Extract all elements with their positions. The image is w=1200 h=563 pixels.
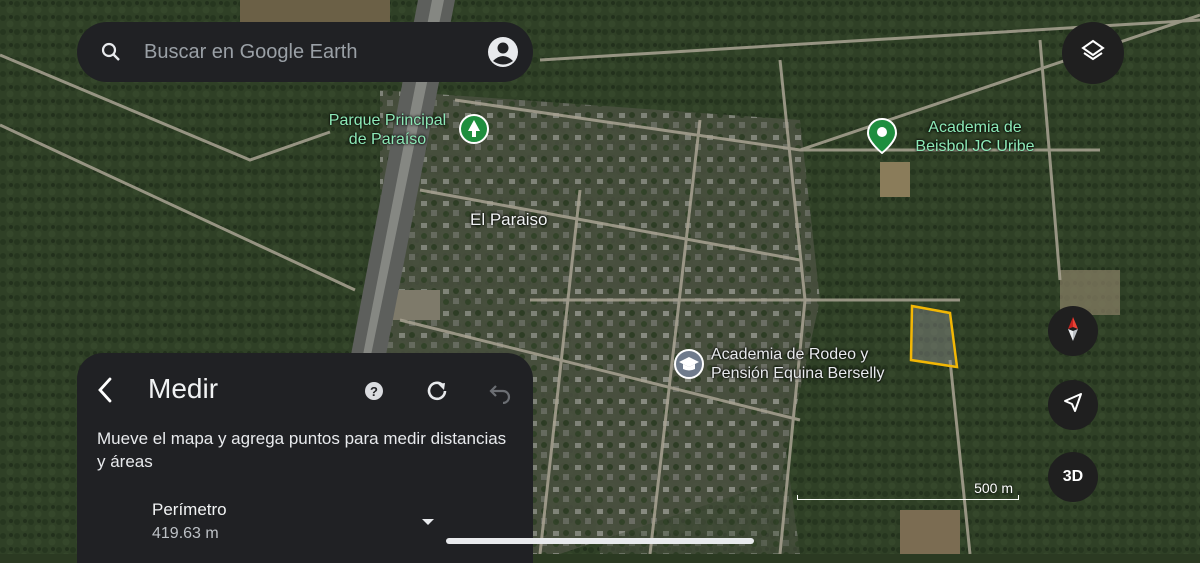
panel-title: Medir xyxy=(148,373,219,404)
my-location-button[interactable] xyxy=(1048,380,1098,430)
compass-button[interactable] xyxy=(1048,306,1098,356)
chevron-down-icon[interactable] xyxy=(420,515,436,533)
place-label-parque[interactable]: Parque Principal de Paraíso xyxy=(320,111,455,149)
perimeter-value: 419.63 m xyxy=(152,525,219,542)
back-arrow-icon[interactable] xyxy=(95,375,115,410)
compass-icon xyxy=(1058,314,1088,349)
layers-button[interactable] xyxy=(1062,22,1124,84)
perimeter-label: Perímetro xyxy=(152,500,227,519)
home-indicator[interactable] xyxy=(446,538,754,544)
scale-label: 500 m xyxy=(974,480,1013,496)
account-icon[interactable] xyxy=(487,36,519,73)
layers-icon xyxy=(1080,38,1106,69)
search-bar[interactable]: Buscar en Google Earth xyxy=(77,22,533,82)
svg-text:?: ? xyxy=(370,384,378,399)
measure-panel: Medir ? Mueve el mapa y agrega puntos pa… xyxy=(77,353,533,563)
place-label-el-paraiso[interactable]: El Paraiso xyxy=(470,210,547,229)
measured-area-polygon xyxy=(909,304,959,369)
toggle-3d-button[interactable]: 3D xyxy=(1048,452,1098,502)
scale-bar xyxy=(797,495,1019,500)
undo-icon[interactable] xyxy=(487,378,513,409)
location-arrow-icon xyxy=(1061,391,1085,420)
search-icon xyxy=(99,40,123,69)
school-pin-icon[interactable] xyxy=(674,349,704,384)
search-input[interactable]: Buscar en Google Earth xyxy=(144,41,357,64)
place-label-academia-beisbol[interactable]: Academia de Beisbol JC Uribe xyxy=(905,118,1045,156)
help-icon[interactable]: ? xyxy=(364,381,384,406)
panel-description: Mueve el mapa y agrega puntos para medir… xyxy=(97,429,507,471)
place-label-academia-rodeo[interactable]: Academia de Rodeo y Pensión Equina Berse… xyxy=(711,345,884,383)
place-pin-icon[interactable] xyxy=(866,117,898,159)
park-pin-icon[interactable] xyxy=(459,114,489,153)
map-scale: 500 m xyxy=(797,480,1019,500)
refresh-icon[interactable] xyxy=(424,378,450,409)
